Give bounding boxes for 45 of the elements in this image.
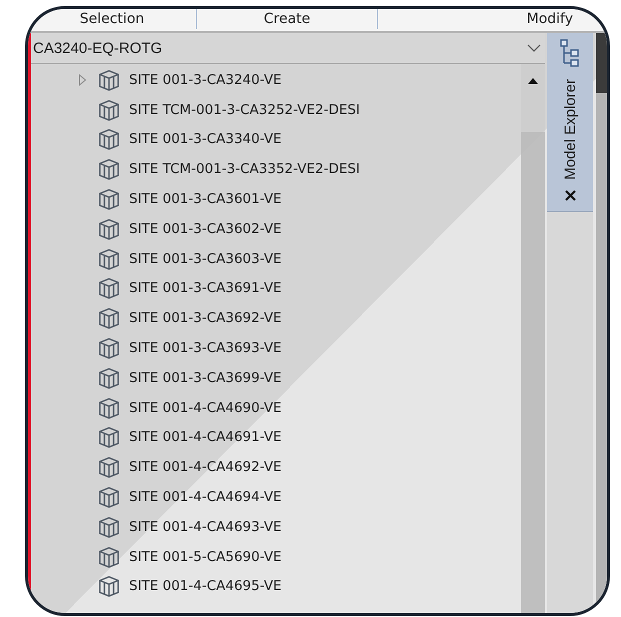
tree-item[interactable]: SITE 001-4-CA4690-VE [31,392,522,423]
tree-item[interactable]: SITE 001-3-CA3601-VE [31,184,522,214]
cube-icon [98,516,120,538]
cube-icon [98,546,120,568]
cube-icon [98,277,120,300]
tree-item[interactable]: SITE 001-4-CA4693-VE [31,512,522,542]
tree-item[interactable]: SITE TCM-001-3-CA3252-VE2-DESI [31,94,522,125]
ribbon-tab[interactable]: Modify [378,9,607,29]
tree-item[interactable]: SITE 001-3-CA3602-VE [31,214,522,244]
tree-item[interactable]: SITE 001-3-CA3240-VE [31,65,522,95]
cube-icon [98,68,120,91]
close-icon[interactable] [564,190,576,201]
chevron-down-icon [527,44,542,52]
cube-icon [98,456,120,478]
cube-icon [98,307,120,330]
cube-icon [98,337,120,360]
tree-item[interactable]: SITE 001-3-CA3699-VE [31,362,522,393]
tree-item[interactable]: SITE 001-4-CA4695-VE [31,572,522,602]
cube-icon [98,128,120,150]
cube-icon [98,158,120,180]
tree-item[interactable]: SITE 001-3-CA3692-VE [31,303,522,334]
tree-item[interactable]: SITE 001-4-CA4694-VE [31,482,522,512]
tree-item[interactable]: SITE 001-3-CA3693-VE [31,333,522,363]
tree-item[interactable]: SITE 001-3-CA3603-VE [31,244,522,274]
tree-item[interactable]: SITE 001-3-CA3340-VE [31,124,522,154]
ribbon-tab[interactable]: Create [197,9,378,29]
cube-icon [98,575,120,598]
tree-item[interactable]: SITE 001-3-CA3691-VE [31,274,522,304]
tree-item[interactable]: SITE TCM-001-3-CA3352-VE2-DESI [31,154,522,184]
scroll-up-icon[interactable] [528,78,538,84]
side-panel-tab[interactable]: Model Explorer [547,33,594,212]
tree-item[interactable]: SITE 001-4-CA4692-VE [31,452,522,482]
cube-icon [98,188,120,210]
cube-icon [98,218,120,240]
cube-icon [98,426,120,448]
scrollbar[interactable] [521,64,546,613]
cube-icon [98,486,120,508]
cube-icon [98,98,120,121]
hierarchy-icon [560,39,580,69]
ribbon-tab[interactable]: Selection [28,9,197,29]
cube-icon [98,248,120,270]
cube-icon [98,396,120,419]
tree-item[interactable]: SITE 001-4-CA4691-VE [31,422,522,452]
cube-icon [98,366,120,389]
tree-item[interactable]: SITE 001-5-CA5690-VE [31,542,522,572]
